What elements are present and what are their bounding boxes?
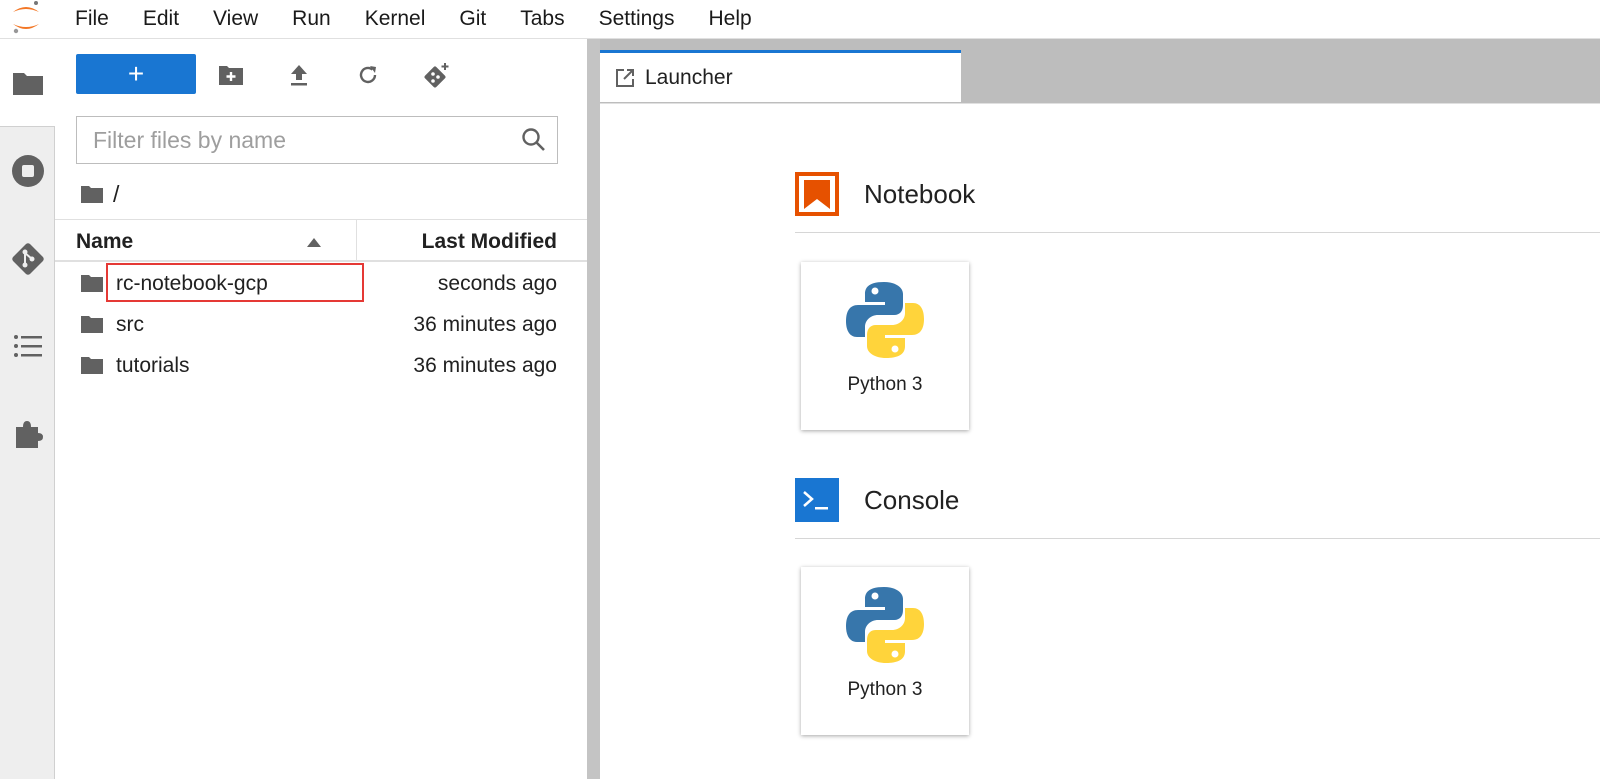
file-modified: 36 minutes ago [413, 354, 557, 377]
file-row[interactable]: src 36 minutes ago [55, 304, 587, 345]
column-name-header[interactable]: Name [76, 230, 133, 254]
folder-icon [81, 357, 103, 374]
notebook-section-header: Notebook [795, 172, 975, 216]
table-of-contents-tab[interactable] [0, 306, 55, 386]
breadcrumb-root[interactable]: / [113, 181, 119, 208]
python-logo-icon [846, 587, 924, 663]
file-list-header: Name Last Modified [55, 219, 587, 262]
running-sessions-tab[interactable] [0, 131, 55, 211]
refresh-icon [359, 66, 377, 84]
new-folder-icon [219, 66, 243, 85]
file-browser-toolbar: + [55, 39, 587, 109]
git-tab[interactable] [0, 219, 55, 299]
python-logo-icon [846, 282, 924, 358]
panel-splitter[interactable] [587, 39, 600, 779]
git-clone-button[interactable] [423, 61, 451, 89]
launcher-panel: Notebook Python 3 Console Python 3 [600, 104, 1600, 779]
sort-ascending-icon [307, 238, 321, 247]
menu-edit[interactable]: Edit [126, 0, 196, 39]
card-label: Python 3 [847, 679, 923, 700]
file-name: tutorials [116, 354, 190, 377]
section-title: Console [864, 484, 960, 515]
menu-bar: File Edit View Run Kernel Git Tabs Setti… [0, 0, 1600, 39]
section-divider [795, 538, 1600, 539]
file-name: src [116, 313, 144, 336]
folder-icon [81, 275, 103, 292]
menu-tabs[interactable]: Tabs [503, 0, 581, 39]
stop-circle-icon [11, 155, 44, 187]
upload-icon [291, 65, 307, 86]
notebook-icon [795, 172, 839, 216]
activity-bar [0, 39, 56, 779]
main-area: Launcher Notebook Python 3 Console Pytho… [600, 39, 1600, 779]
filter-files [76, 116, 558, 164]
column-modified-header[interactable]: Last Modified [422, 230, 557, 254]
folder-icon[interactable] [80, 184, 104, 204]
section-title: Notebook [864, 178, 976, 209]
upload-button[interactable] [285, 61, 313, 89]
console-icon [795, 478, 839, 522]
file-modified: 36 minutes ago [413, 313, 557, 336]
new-launcher-button[interactable]: + [76, 54, 196, 94]
menu-file[interactable]: File [58, 0, 126, 39]
list-icon [13, 335, 42, 357]
file-modified: seconds ago [437, 272, 557, 295]
search-icon [522, 128, 545, 151]
card-label: Python 3 [847, 374, 923, 395]
menu-settings[interactable]: Settings [582, 0, 692, 39]
menu-help[interactable]: Help [692, 0, 769, 39]
jupyter-logo-icon[interactable] [0, 0, 58, 39]
menu-git[interactable]: Git [442, 0, 503, 39]
menu-view[interactable]: View [196, 0, 275, 39]
console-python3-card[interactable]: Python 3 [801, 567, 969, 735]
section-divider [795, 232, 1600, 233]
column-divider[interactable] [356, 220, 357, 261]
launch-icon [616, 68, 634, 87]
tab-launcher[interactable]: Launcher [600, 50, 961, 102]
menu-run[interactable]: Run [275, 0, 348, 39]
menu-kernel[interactable]: Kernel [348, 0, 443, 39]
console-section-header: Console [795, 478, 959, 522]
puzzle-icon [15, 421, 43, 448]
breadcrumb: / [80, 179, 119, 209]
folder-icon [13, 72, 43, 95]
extensions-tab[interactable] [0, 394, 55, 474]
highlight-box [106, 263, 364, 302]
file-row[interactable]: tutorials 36 minutes ago [55, 345, 587, 386]
file-browser-tab[interactable] [0, 39, 56, 127]
folder-icon [81, 316, 103, 333]
git-clone-icon [424, 63, 449, 88]
git-icon [11, 243, 44, 275]
tab-bar: Launcher [600, 39, 1600, 104]
new-folder-button[interactable] [217, 61, 245, 89]
file-browser: + Filter files by name / Name Last Modif… [55, 39, 587, 779]
refresh-button[interactable] [354, 61, 382, 89]
tab-label: Launcher [645, 65, 733, 89]
filter-input[interactable] [77, 117, 497, 163]
notebook-python3-card[interactable]: Python 3 [801, 262, 969, 430]
